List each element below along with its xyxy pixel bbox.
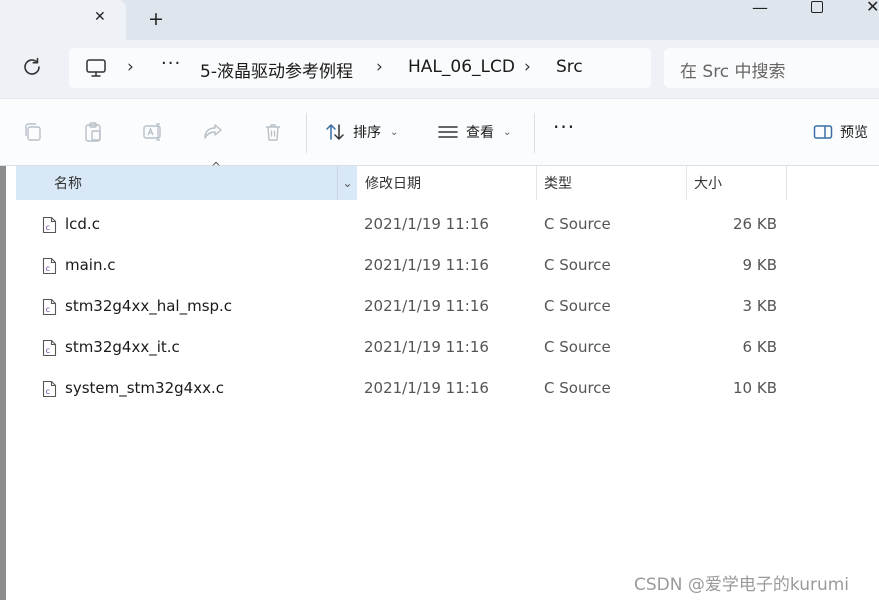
preview-label: 预览 — [840, 125, 868, 141]
see-more-button[interactable]: ··· — [553, 115, 575, 139]
file-size: 3 KB — [742, 297, 777, 315]
window-close-icon[interactable]: ✕ — [866, 0, 879, 16]
file-modified-date: 2021/1/19 11:16 — [364, 338, 489, 356]
c-source-file-icon: c — [42, 216, 57, 234]
sort-button[interactable]: 排序 ⌄ — [324, 119, 398, 145]
view-label: 查看 — [466, 125, 494, 141]
tab-src[interactable]: ✕ — [0, 0, 126, 40]
svg-text:c: c — [46, 346, 50, 355]
view-button[interactable]: 查看 ⌄ — [437, 119, 511, 145]
svg-text:c: c — [46, 264, 50, 273]
file-row[interactable]: c stm32g4xx_hal_msp.c 2021/1/19 11:16 C Sou… — [16, 287, 796, 327]
c-source-file-icon: c — [42, 298, 57, 316]
column-header-type[interactable]: 类型 — [537, 166, 687, 200]
column-header-size[interactable]: 大小 — [687, 166, 787, 200]
column-header-type-label: 类型 — [544, 176, 572, 192]
address-row: › ··· 5-液晶驱动参考例程 › HAL_06_LCD › Src 在 Sr… — [0, 40, 879, 98]
title-bar: ✕ + — ✕ — [0, 0, 879, 40]
breadcrumb-folder-src[interactable]: Src — [556, 57, 583, 77]
preview-button[interactable]: 预览 — [813, 119, 868, 145]
c-source-file-icon: c — [42, 339, 57, 357]
file-name: stm32g4xx_hal_msp.c — [65, 297, 233, 315]
file-row[interactable]: c system_stm32g4xx.c 2021/1/19 11:16 C Sour… — [16, 369, 796, 409]
column-header-size-label: 大小 — [694, 176, 722, 192]
column-header-date-label: 修改日期 — [365, 176, 421, 192]
chevron-right-icon[interactable]: › — [127, 57, 134, 77]
file-modified-date: 2021/1/19 11:16 — [364, 297, 489, 315]
file-size: 9 KB — [742, 256, 777, 274]
svg-text:c: c — [46, 223, 50, 232]
c-source-file-icon: c — [42, 380, 57, 398]
watermark: CSDN @爱学电子的kurumi — [634, 575, 850, 595]
toolbar-divider — [306, 113, 307, 153]
paste-icon[interactable] — [82, 121, 104, 143]
file-modified-date: 2021/1/19 11:16 — [364, 379, 489, 397]
share-icon[interactable] — [202, 121, 224, 143]
file-type: C Source — [544, 256, 611, 274]
svg-text:c: c — [46, 305, 50, 314]
search-input[interactable]: 在 Src 中搜索 — [664, 48, 879, 88]
rename-icon[interactable] — [142, 121, 164, 143]
svg-text:c: c — [46, 387, 50, 396]
copy-icon[interactable] — [22, 121, 44, 143]
preview-pane-icon — [813, 125, 833, 139]
delete-icon[interactable] — [262, 121, 284, 143]
column-header-date[interactable]: 修改日期 — [357, 166, 537, 200]
column-header-row: ^ 名称 ⌄ 修改日期 类型 大小 — [16, 160, 879, 200]
chevron-right-icon[interactable]: › — [524, 57, 531, 77]
sort-ascending-icon: ^ — [211, 160, 222, 174]
tab-close-icon[interactable]: ✕ — [94, 9, 106, 25]
refresh-icon[interactable] — [20, 55, 44, 79]
this-pc-icon[interactable] — [85, 57, 107, 79]
file-size: 10 KB — [733, 379, 777, 397]
file-type: C Source — [544, 297, 611, 315]
file-name: lcd.c — [65, 215, 100, 233]
new-tab-icon[interactable]: + — [148, 8, 164, 30]
file-type: C Source — [544, 338, 611, 356]
command-bar: 排序 ⌄ 查看 ⌄ ··· 预览 — [0, 98, 879, 166]
view-list-icon — [438, 126, 458, 138]
breadcrumb-more-button[interactable]: ··· — [161, 53, 181, 74]
search-placeholder: 在 Src 中搜索 — [680, 62, 786, 82]
chevron-down-icon: ⌄ — [342, 176, 353, 190]
file-name: main.c — [65, 256, 116, 274]
file-name: system_stm32g4xx.c — [65, 379, 224, 397]
file-row[interactable]: c main.c 2021/1/19 11:16 C Source 9 KB — [16, 246, 796, 286]
file-modified-date: 2021/1/19 11:16 — [364, 256, 489, 274]
breadcrumb-folder-hal-06-lcd[interactable]: HAL_06_LCD — [408, 57, 515, 77]
file-type: C Source — [544, 215, 611, 233]
chevron-right-icon[interactable]: › — [376, 57, 383, 77]
breadcrumb-folder-lcd-examples[interactable]: 5-液晶驱动参考例程 — [200, 57, 353, 82]
pane-gap — [6, 166, 16, 600]
chevron-down-icon: ⌄ — [390, 126, 399, 138]
sort-label: 排序 — [353, 125, 381, 141]
file-name: stm32g4xx_it.c — [65, 338, 180, 356]
column-filter-dropdown[interactable]: ⌄ — [338, 166, 357, 200]
c-source-file-icon: c — [42, 257, 57, 275]
column-header-name-label: 名称 — [54, 176, 82, 192]
chevron-down-icon: ⌄ — [503, 126, 512, 138]
address-bar[interactable]: › ··· 5-液晶驱动参考例程 › HAL_06_LCD › Src — [69, 48, 651, 88]
minimize-icon[interactable]: — — [752, 0, 768, 17]
file-row[interactable]: c lcd.c 2021/1/19 11:16 C Source 26 KB — [16, 205, 796, 245]
column-header-name[interactable]: ^ 名称 — [16, 160, 338, 200]
file-modified-date: 2021/1/19 11:16 — [364, 215, 489, 233]
file-row[interactable]: c stm32g4xx_it.c 2021/1/19 11:16 C Source 6 … — [16, 328, 796, 368]
file-type: C Source — [544, 379, 611, 397]
sort-icon — [326, 124, 344, 140]
maximize-icon[interactable] — [811, 1, 823, 13]
toolbar-divider — [534, 113, 535, 153]
file-size: 6 KB — [742, 338, 777, 356]
file-size: 26 KB — [733, 215, 777, 233]
